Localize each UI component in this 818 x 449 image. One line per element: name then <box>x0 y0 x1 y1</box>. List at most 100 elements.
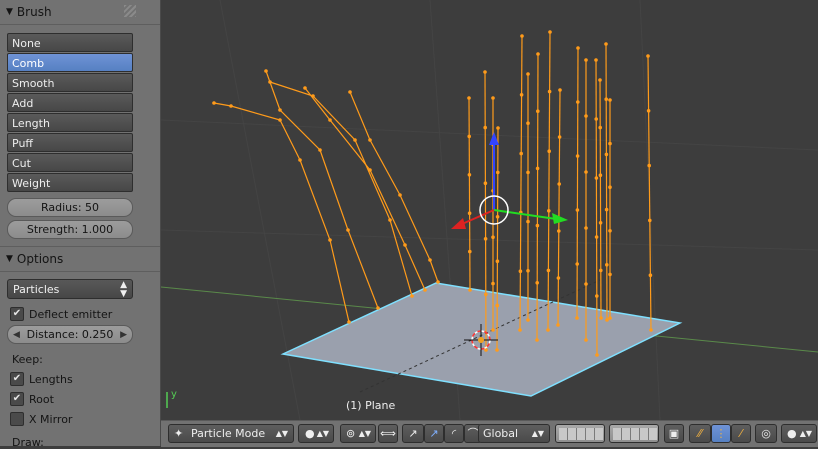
hair-key-point[interactable] <box>346 228 350 232</box>
hair-key-point[interactable] <box>398 193 402 197</box>
viewport-scene[interactable]: y <box>160 0 818 421</box>
hair-key-point[interactable] <box>495 259 500 264</box>
hair-key-point[interactable] <box>467 96 471 100</box>
hair-key-point[interactable] <box>584 170 588 174</box>
hair-key-point[interactable] <box>526 170 530 175</box>
hair-key-point[interactable] <box>526 72 530 76</box>
x-axis-handle[interactable] <box>461 209 495 225</box>
y-axis-handle[interactable] <box>493 209 557 220</box>
hair-key-point[interactable] <box>484 292 488 297</box>
hair-key-point[interactable] <box>548 30 552 34</box>
brush-item-cut[interactable]: Cut <box>7 153 133 172</box>
hair-key-point[interactable] <box>423 288 427 292</box>
hair-key-point[interactable] <box>495 215 500 219</box>
hair-key-point[interactable] <box>535 281 539 285</box>
select-path-toggle[interactable]: ⁄⁄ <box>689 424 711 443</box>
hair-key-point[interactable] <box>483 70 487 74</box>
hair-strand[interactable] <box>547 31 551 331</box>
hair-key-point[interactable] <box>353 138 357 142</box>
hair-key-point[interactable] <box>599 268 603 273</box>
hair-key-point[interactable] <box>584 282 588 286</box>
hair-key-point[interactable] <box>348 90 352 94</box>
hair-key-point[interactable] <box>595 294 599 298</box>
brush-item-puff[interactable]: Puff <box>7 133 133 152</box>
hair-key-point[interactable] <box>491 328 495 332</box>
hair-key-point[interactable] <box>608 316 612 320</box>
hair-key-point[interactable] <box>646 54 650 58</box>
hair-key-point[interactable] <box>278 118 282 122</box>
hair-key-point[interactable] <box>535 166 540 171</box>
hair-key-point[interactable] <box>518 269 523 274</box>
hair-strand[interactable] <box>349 91 439 283</box>
hair-key-point[interactable] <box>328 118 332 122</box>
hair-key-point[interactable] <box>604 207 609 212</box>
hair-key-point[interactable] <box>575 154 580 158</box>
rotate-toggle[interactable]: ◜ <box>444 424 464 443</box>
proportional-edit-toggle[interactable]: ◎ <box>755 424 777 443</box>
hair-key-point[interactable] <box>268 80 272 84</box>
select-tip-toggle[interactable]: ⁄ <box>731 424 751 443</box>
hair-key-point[interactable] <box>576 46 580 50</box>
decrement-arrow-icon[interactable]: ◀ <box>13 326 20 344</box>
brush-item-add[interactable]: Add <box>7 93 133 112</box>
hair-key-point[interactable] <box>576 100 580 104</box>
hair-key-point[interactable] <box>608 229 612 233</box>
hair-key-point[interactable] <box>547 149 551 153</box>
hair-key-point[interactable] <box>428 258 432 262</box>
options-panel-header[interactable]: ▼ Options <box>0 248 160 270</box>
hair-key-point[interactable] <box>229 104 233 108</box>
hair-key-point[interactable] <box>212 101 216 105</box>
layer-buttons-group-2[interactable] <box>609 424 659 443</box>
hair-key-point[interactable] <box>520 34 524 38</box>
strength-field[interactable]: Strength: 1.000 <box>7 220 133 239</box>
hair-key-point[interactable] <box>495 348 499 352</box>
hair-key-point[interactable] <box>491 96 495 100</box>
keep-root-checkbox[interactable]: ✔ Root <box>10 392 54 406</box>
hair-strand[interactable] <box>265 70 379 309</box>
3d-viewport[interactable]: y (1) Plane <box>160 0 818 421</box>
hair-strand[interactable] <box>557 89 561 326</box>
hair-key-point[interactable] <box>491 235 495 239</box>
hair-key-point[interactable] <box>526 121 530 125</box>
hair-strand[interactable] <box>213 102 350 323</box>
snap-select[interactable]: ● ▲▼ <box>781 424 817 443</box>
hair-strand[interactable] <box>576 47 579 319</box>
hair-key-point[interactable] <box>648 218 652 223</box>
distance-field[interactable]: ◀ Distance: 0.250 ▶ <box>7 325 133 344</box>
hair-key-point[interactable] <box>584 338 588 342</box>
hair-key-point[interactable] <box>557 229 561 233</box>
hair-key-point[interactable] <box>519 151 523 156</box>
brush-item-weight[interactable]: Weight <box>7 173 133 192</box>
hair-strand[interactable] <box>605 43 608 321</box>
transform-orientation-select[interactable]: Global ▲▼ <box>478 424 550 443</box>
deflect-emitter-checkbox[interactable]: ✔ Deflect emitter <box>10 307 112 321</box>
hair-key-point[interactable] <box>608 141 612 146</box>
hair-key-point[interactable] <box>556 323 560 327</box>
hair-key-point[interactable] <box>558 88 562 92</box>
hair-key-point[interactable] <box>536 52 540 56</box>
hair-key-point[interactable] <box>649 328 653 332</box>
hair-key-point[interactable] <box>496 170 500 175</box>
hair-key-point[interactable] <box>608 272 612 277</box>
hair-key-point[interactable] <box>347 320 351 324</box>
hair-key-point[interactable] <box>536 109 540 113</box>
hair-key-point[interactable] <box>595 353 599 357</box>
hair-key-point[interactable] <box>535 338 539 342</box>
hair-key-point[interactable] <box>584 114 588 118</box>
keep-lengths-checkbox[interactable]: ✔ Lengths <box>10 372 73 386</box>
hair-key-point[interactable] <box>376 306 380 310</box>
increment-arrow-icon[interactable]: ▶ <box>120 326 127 344</box>
brush-item-none[interactable]: None <box>7 33 133 52</box>
interaction-mode-select[interactable]: ✦ Particle Mode ▲▼ <box>168 424 294 443</box>
hair-strand[interactable] <box>304 87 426 291</box>
y-arrow-icon[interactable] <box>552 213 568 224</box>
hair-key-point[interactable] <box>526 318 530 322</box>
hair-key-point[interactable] <box>604 97 608 101</box>
hair-key-point[interactable] <box>598 173 603 177</box>
hair-key-point[interactable] <box>547 209 551 213</box>
hair-key-point[interactable] <box>647 163 651 168</box>
hair-strand[interactable] <box>647 55 652 331</box>
hair-key-point[interactable] <box>575 316 579 320</box>
brush-item-comb[interactable]: Comb <box>7 53 133 72</box>
hair-key-point[interactable] <box>594 117 598 121</box>
